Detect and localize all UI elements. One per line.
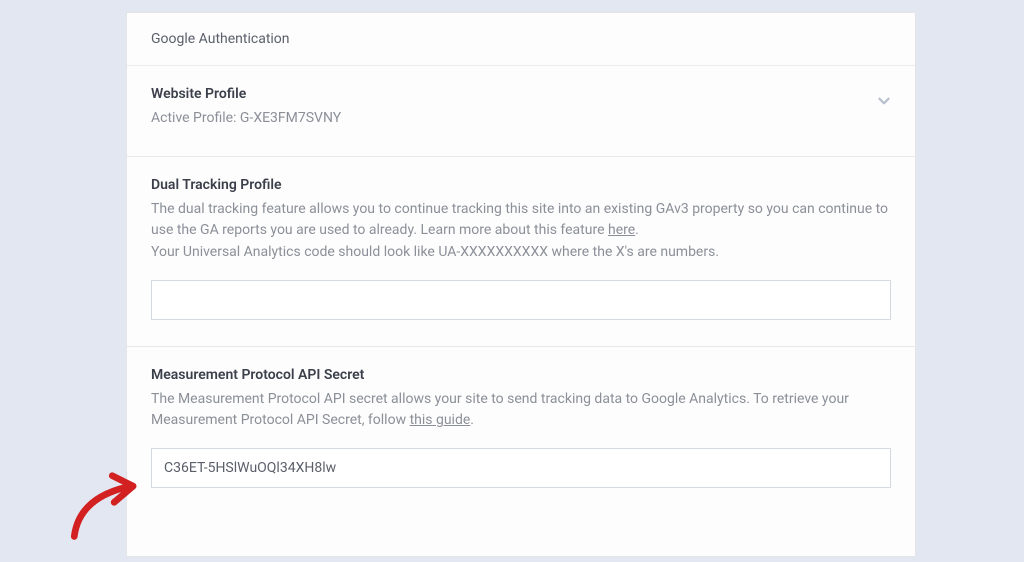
measurement-protocol-text-1: The Measurement Protocol API secret allo…	[151, 391, 849, 429]
dual-tracking-text-2: Your Universal Analytics code should loo…	[151, 244, 719, 260]
measurement-protocol-guide-link[interactable]: this guide	[410, 412, 471, 428]
dual-tracking-here-link[interactable]: here	[608, 222, 635, 238]
website-profile-active: Active Profile: G-XE3FM7SVNY	[151, 108, 891, 130]
dual-tracking-text-1: The dual tracking feature allows you to …	[151, 201, 888, 239]
measurement-protocol-section: Measurement Protocol API Secret The Meas…	[127, 347, 915, 514]
measurement-protocol-description: The Measurement Protocol API secret allo…	[151, 389, 891, 432]
panel-header-title: Google Authentication	[151, 31, 891, 47]
dual-tracking-section: Dual Tracking Profile The dual tracking …	[127, 157, 915, 347]
chevron-down-icon[interactable]	[875, 92, 893, 114]
measurement-protocol-text-2: .	[470, 412, 474, 428]
website-profile-title: Website Profile	[151, 86, 891, 102]
settings-panel: Google Authentication Website Profile Ac…	[126, 12, 916, 557]
dual-tracking-description: The dual tracking feature allows you to …	[151, 199, 891, 264]
panel-header: Google Authentication	[127, 13, 915, 66]
dual-tracking-text-1b: .	[635, 222, 639, 238]
dual-tracking-title: Dual Tracking Profile	[151, 177, 891, 193]
website-profile-section[interactable]: Website Profile Active Profile: G-XE3FM7…	[127, 66, 915, 157]
measurement-protocol-title: Measurement Protocol API Secret	[151, 367, 891, 383]
measurement-protocol-input[interactable]	[151, 448, 891, 488]
dual-tracking-input[interactable]	[151, 280, 891, 320]
